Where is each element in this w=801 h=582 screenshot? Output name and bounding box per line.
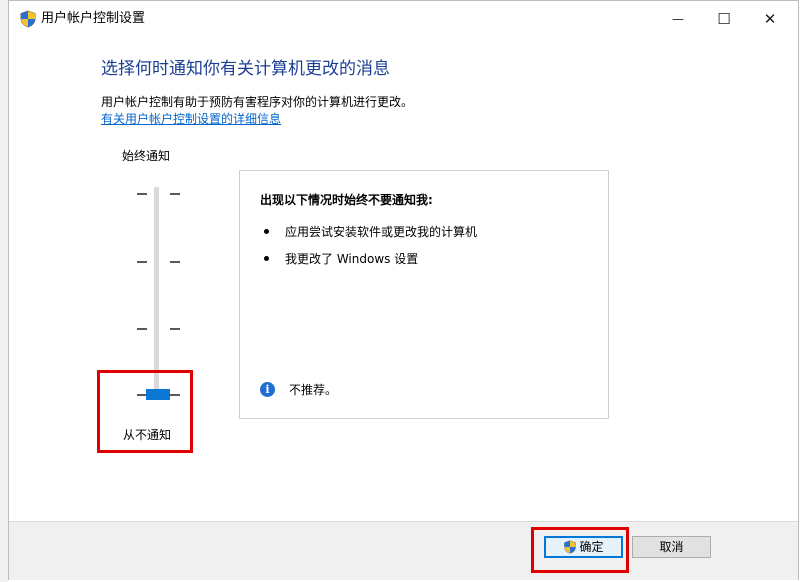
- bullet-text: 我更改了 Windows 设置: [285, 252, 419, 266]
- maximize-icon: ☐: [717, 10, 731, 28]
- list-item: 我更改了 Windows 设置: [264, 251, 418, 267]
- panel-heading: 出现以下情况时始终不要通知我:: [260, 193, 433, 207]
- description-text: 用户帐户控制有助于预防有害程序对你的计算机进行更改。: [101, 95, 414, 109]
- list-item: 应用尝试安装软件或更改我的计算机: [264, 224, 477, 240]
- uac-settings-window: 用户帐户控制设置 — ☐ ✕ 选择何时通知你有关计算机更改的消息 用户帐户控制有…: [8, 0, 799, 580]
- slider-tick: [170, 261, 180, 263]
- maximize-button[interactable]: ☐: [701, 1, 747, 37]
- not-recommended-note: 不推荐。: [289, 383, 338, 397]
- setting-description-panel: 出现以下情况时始终不要通知我: 应用尝试安装软件或更改我的计算机 我更改了 Wi…: [239, 170, 609, 419]
- info-icon: i: [260, 382, 275, 397]
- minimize-icon: —: [672, 12, 684, 26]
- slider-tick: [170, 328, 180, 330]
- close-button[interactable]: ✕: [747, 1, 793, 37]
- page-title: 选择何时通知你有关计算机更改的消息: [101, 59, 390, 79]
- slider-tick: [137, 328, 147, 330]
- close-icon: ✕: [763, 10, 777, 28]
- cancel-button[interactable]: 取消: [632, 536, 711, 558]
- slider-tick: [137, 261, 147, 263]
- title-bar[interactable]: 用户帐户控制设置 — ☐ ✕: [9, 1, 798, 37]
- slider-label-always-notify: 始终通知: [122, 149, 171, 163]
- notification-slider-track[interactable]: [154, 187, 159, 395]
- minimize-button[interactable]: —: [655, 1, 701, 37]
- uac-shield-icon: [20, 10, 36, 28]
- background-window-edge: [0, 0, 8, 582]
- uac-details-link[interactable]: 有关用户帐户控制设置的详细信息: [101, 111, 281, 127]
- slider-tick: [170, 193, 180, 195]
- bullet-icon: [264, 229, 269, 234]
- content-area: 选择何时通知你有关计算机更改的消息 用户帐户控制有助于预防有害程序对你的计算机进…: [9, 37, 798, 521]
- ok-highlight-box: [531, 527, 629, 573]
- slider-highlight-box: [97, 370, 193, 453]
- dialog-footer: 确定 取消: [9, 521, 798, 580]
- slider-tick: [137, 193, 147, 195]
- window-title: 用户帐户控制设置: [41, 11, 146, 26]
- bullet-icon: [264, 256, 269, 261]
- bullet-text: 应用尝试安装软件或更改我的计算机: [285, 225, 478, 239]
